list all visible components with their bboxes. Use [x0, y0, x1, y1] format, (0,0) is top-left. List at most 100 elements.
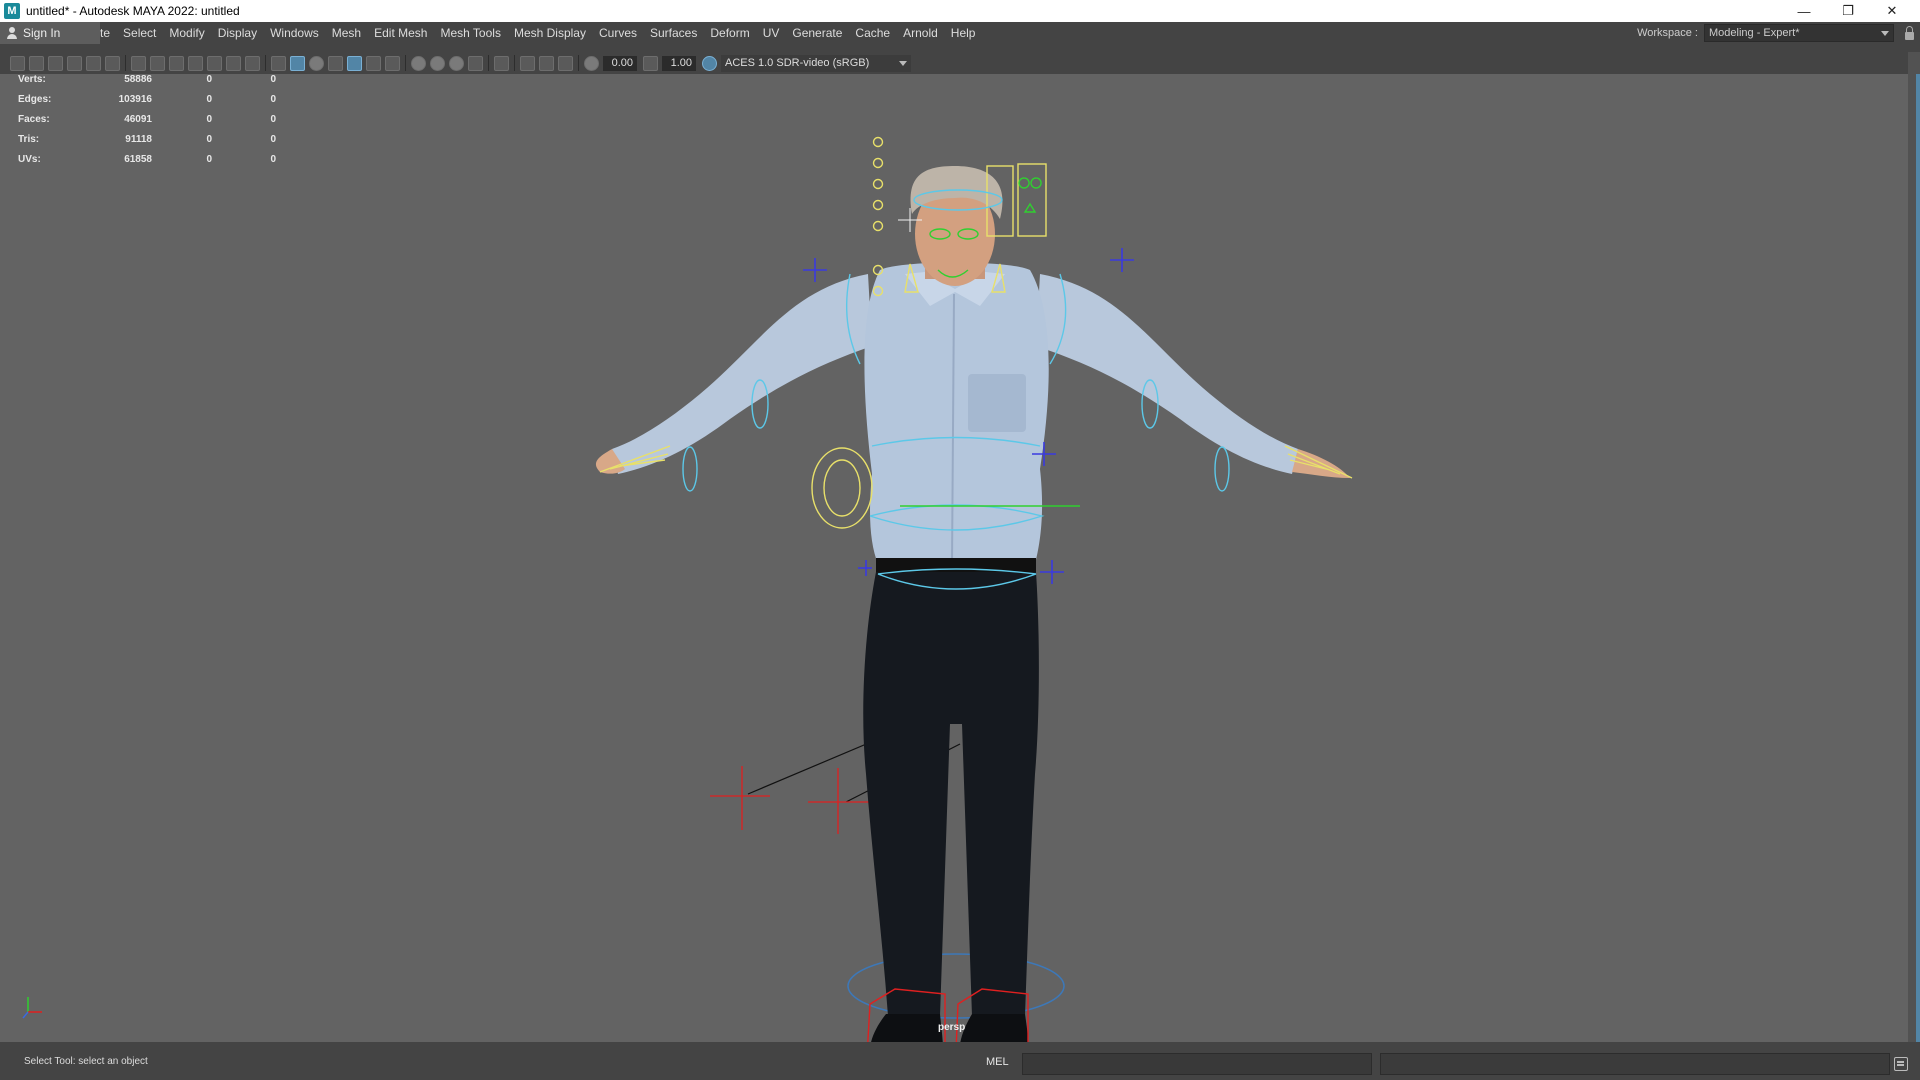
gamma-icon[interactable]: [643, 55, 658, 71]
workspace-lock-icon[interactable]: [1898, 24, 1920, 42]
smooth-shade-icon[interactable]: [290, 55, 305, 71]
shirt-pocket: [968, 374, 1026, 432]
view-axis-icon: [22, 997, 42, 1019]
chevron-down-icon: [899, 60, 907, 66]
motion-blur-icon[interactable]: [430, 55, 445, 71]
help-line-text: Select Tool: select an object: [24, 1056, 148, 1067]
head-control-dot: [872, 220, 884, 232]
maya-app-icon: M: [4, 3, 20, 19]
mel-script-type-button[interactable]: MEL: [986, 1056, 1009, 1068]
user-icon: [6, 27, 18, 39]
grid-icon[interactable]: [131, 55, 146, 71]
shadows-icon[interactable]: [385, 55, 400, 71]
viewport-side-strip: [1908, 52, 1920, 1042]
exposure-field[interactable]: 0.00: [603, 55, 637, 71]
menu-deform[interactable]: Deform: [704, 22, 756, 44]
menu-cache[interactable]: Cache: [849, 22, 897, 44]
character-left-arm: [612, 274, 872, 474]
wireframe-icon[interactable]: [271, 55, 286, 71]
toolbar-separator: [514, 55, 515, 71]
viewport-toolbar: 0.00 1.00 ACES 1.0 SDR-video (sRGB): [0, 52, 1920, 74]
menu-arnold[interactable]: Arnold: [897, 22, 945, 44]
xray-joints-icon[interactable]: [558, 55, 573, 71]
sign-in-button[interactable]: Sign In: [0, 22, 100, 44]
character-right-shoe: [960, 1014, 1029, 1042]
menu-generate[interactable]: Generate: [786, 22, 849, 44]
camera-attributes-icon[interactable]: [29, 55, 44, 71]
isolate-select-icon[interactable]: [494, 55, 509, 71]
workspace-selector: Workspace : Modeling - Expert*: [1637, 22, 1920, 44]
wireframe-on-shaded-icon[interactable]: [328, 55, 343, 71]
character-pants: [863, 572, 1039, 1016]
menu-modify[interactable]: Modify: [163, 22, 211, 44]
image-plane-icon[interactable]: [67, 55, 82, 71]
view-transform-dropdown[interactable]: ACES 1.0 SDR-video (sRGB): [721, 54, 911, 72]
2d-pan-zoom-icon[interactable]: [86, 55, 101, 71]
sign-in-label: Sign In: [23, 26, 61, 40]
camera-select-icon[interactable]: [10, 55, 25, 71]
view-transform-value: ACES 1.0 SDR-video (sRGB): [725, 57, 870, 69]
close-button[interactable]: ✕: [1870, 0, 1914, 22]
restore-button[interactable]: ❐: [1826, 0, 1870, 22]
grease-pencil-icon[interactable]: [105, 55, 120, 71]
root-control-circle: [847, 953, 1065, 1019]
main-menu: te Select Modify Display Windows Mesh Ed…: [100, 22, 982, 44]
color-management-icon[interactable]: [702, 55, 717, 71]
toolbar-separator: [488, 55, 489, 71]
field-chart-icon[interactable]: [207, 55, 222, 71]
gamma-field[interactable]: 1.00: [662, 55, 696, 71]
character-right-arm: [1036, 274, 1298, 474]
perspective-viewport[interactable]: [0, 74, 1908, 1042]
head-control-dot: [872, 157, 884, 169]
wrist-control-right: [1214, 446, 1230, 492]
character-left-shoe: [871, 1014, 943, 1042]
menu-uv[interactable]: UV: [756, 22, 786, 44]
menu-display[interactable]: Display: [211, 22, 263, 44]
head-control-dot: [872, 136, 884, 148]
use-all-lights-icon[interactable]: [366, 55, 381, 71]
menu-windows[interactable]: Windows: [264, 22, 326, 44]
menu-item-partial[interactable]: te: [100, 22, 117, 44]
menu-mesh[interactable]: Mesh: [325, 22, 367, 44]
bottom-separator: [0, 1042, 1920, 1050]
ik-target-locator-left: [710, 766, 770, 830]
menu-mesh-display[interactable]: Mesh Display: [507, 22, 592, 44]
minimize-button[interactable]: —: [1782, 0, 1826, 22]
menu-mesh-tools[interactable]: Mesh Tools: [434, 22, 507, 44]
xray-icon[interactable]: [520, 55, 535, 71]
menu-surfaces[interactable]: Surfaces: [644, 22, 704, 44]
workspace-dropdown[interactable]: Modeling - Expert*: [1704, 24, 1894, 42]
default-material-icon[interactable]: [309, 55, 324, 71]
head-control-dot: [872, 178, 884, 190]
hip-pivot-inner: [823, 459, 861, 517]
exposure-icon[interactable]: [584, 55, 599, 71]
xray-active-components-icon[interactable]: [539, 55, 554, 71]
bookmark-icon[interactable]: [48, 55, 63, 71]
menu-curves[interactable]: Curves: [592, 22, 643, 44]
safe-action-icon[interactable]: [226, 55, 241, 71]
command-result-field: [1380, 1053, 1890, 1075]
workspace-value: Modeling - Expert*: [1709, 27, 1800, 39]
camera-name-label: persp: [938, 1022, 966, 1033]
menu-help[interactable]: Help: [944, 22, 982, 44]
face-control-panel-glyphs: [1018, 177, 1042, 213]
command-line-input[interactable]: [1022, 1053, 1372, 1075]
gate-mask-icon[interactable]: [188, 55, 203, 71]
toolbar-separator: [125, 55, 126, 71]
chevron-down-icon: [1881, 31, 1889, 36]
menu-select[interactable]: Select: [117, 22, 163, 44]
menu-edit-mesh[interactable]: Edit Mesh: [368, 22, 434, 44]
ambient-occlusion-icon[interactable]: [411, 55, 426, 71]
wrist-control-left: [682, 446, 698, 492]
anti-aliasing-icon[interactable]: [449, 55, 464, 71]
ik-target-locator-right: [808, 768, 870, 834]
head-control-dot: [872, 199, 884, 211]
depth-of-field-icon[interactable]: [468, 55, 483, 71]
toolbar-separator: [578, 55, 579, 71]
film-gate-icon[interactable]: [150, 55, 165, 71]
script-editor-icon[interactable]: [1890, 1053, 1912, 1075]
resolution-gate-icon[interactable]: [169, 55, 184, 71]
textured-icon[interactable]: [347, 55, 362, 71]
window-title: untitled* - Autodesk MAYA 2022: untitled: [26, 4, 240, 18]
safe-title-icon[interactable]: [245, 55, 260, 71]
